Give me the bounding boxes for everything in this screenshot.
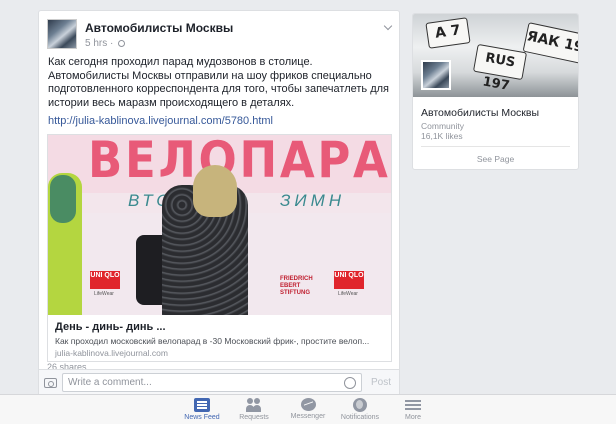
comment-placeholder: Write a comment...: [68, 377, 152, 388]
banner-subtext-right: ЗИМН: [280, 191, 346, 210]
post-link[interactable]: http://julia-kablinova.livejournal.com/5…: [48, 115, 273, 127]
post-card: Автомобилисты Москвы 5 hrs · Как сегодня…: [38, 10, 400, 396]
post-header: Автомобилисты Москвы 5 hrs ·: [47, 19, 393, 53]
attachment-description: Как проходил московский велопарад в -30 …: [55, 336, 370, 346]
tab-notifications[interactable]: Notifications: [335, 398, 385, 421]
post-comment-button[interactable]: Post: [371, 377, 391, 388]
page-category: Community: [421, 121, 464, 131]
public-globe-icon: [118, 40, 126, 47]
attachment-title[interactable]: День - динь- динь ...: [55, 321, 384, 333]
tab-label: News Feed: [184, 414, 220, 421]
bottom-tab-bar: News Feed Requests Messenger Notificatio…: [0, 394, 616, 424]
page-suggestion-card[interactable]: A 7 RUS 197 ЯАК 19 Автомобилисты Москвы …: [412, 13, 579, 170]
link-attachment[interactable]: ВЕЛОПАРА ВТОД ЗИМН UNI QLO LifeWear UNI …: [47, 134, 392, 362]
sponsor-logo: FRIEDRICH EBERT STIFTUNG: [280, 276, 313, 296]
tab-messenger[interactable]: Messenger: [283, 398, 333, 420]
post-timestamp[interactable]: 5 hrs: [85, 38, 107, 49]
comment-composer: Write a comment... Post: [38, 369, 400, 395]
license-plate: A 7: [425, 17, 471, 49]
globe-notifications-icon: [353, 398, 367, 412]
page-likes-count: 16,1K likes: [421, 131, 463, 141]
attachment-caption[interactable]: День - динь- динь ... Как проходил моско…: [48, 315, 391, 361]
attachment-domain: julia-kablinova.livejournal.com: [55, 348, 168, 358]
banner-headline: ВЕЛОПАРА: [88, 135, 391, 189]
post-meta: 5 hrs ·: [85, 38, 126, 49]
person-knit-hat: [193, 165, 237, 217]
page-cover-photo[interactable]: A 7 RUS 197 ЯАК 19: [413, 14, 578, 97]
post-options-chevron-icon[interactable]: [383, 21, 393, 31]
comment-input[interactable]: Write a comment...: [62, 373, 362, 392]
tab-label: Messenger: [290, 413, 326, 420]
lifewear-label: LifeWear: [94, 291, 114, 297]
uniqlo-logo: UNI QLO: [90, 271, 120, 289]
page-name[interactable]: Автомобилисты Москвы: [421, 107, 539, 119]
post-author-name[interactable]: Автомобилисты Москвы: [85, 21, 233, 35]
friend-requests-icon: [246, 398, 262, 412]
page-avatar[interactable]: [421, 60, 451, 90]
license-plate: RUS 197: [472, 43, 528, 94]
lifewear-label-right: LifeWear: [338, 291, 358, 297]
attachment-photo[interactable]: ВЕЛОПАРА ВТОД ЗИМН UNI QLO LifeWear UNI …: [48, 135, 391, 315]
see-page-button[interactable]: See Page: [413, 154, 578, 164]
tab-news-feed[interactable]: News Feed: [177, 398, 227, 421]
tab-requests[interactable]: Requests: [229, 398, 279, 421]
camera-icon[interactable]: [44, 378, 57, 388]
license-plate: ЯАК 19: [522, 22, 578, 64]
tab-more[interactable]: More: [388, 398, 438, 421]
menu-icon: [405, 398, 421, 412]
emoji-icon[interactable]: [344, 377, 356, 389]
author-avatar[interactable]: [47, 19, 77, 49]
uniqlo-logo-right: UNI QLO: [334, 271, 364, 289]
tab-label: More: [405, 414, 421, 421]
post-body-text: Как сегодня проходил парад мудозвонов в …: [48, 56, 389, 109]
person-green-hood: [50, 175, 76, 223]
news-feed-icon: [194, 398, 210, 412]
tab-label: Requests: [239, 414, 269, 421]
dot-separator: ·: [110, 38, 114, 49]
divider: [421, 146, 570, 147]
tab-label: Notifications: [340, 414, 380, 421]
messenger-icon: [300, 398, 316, 411]
